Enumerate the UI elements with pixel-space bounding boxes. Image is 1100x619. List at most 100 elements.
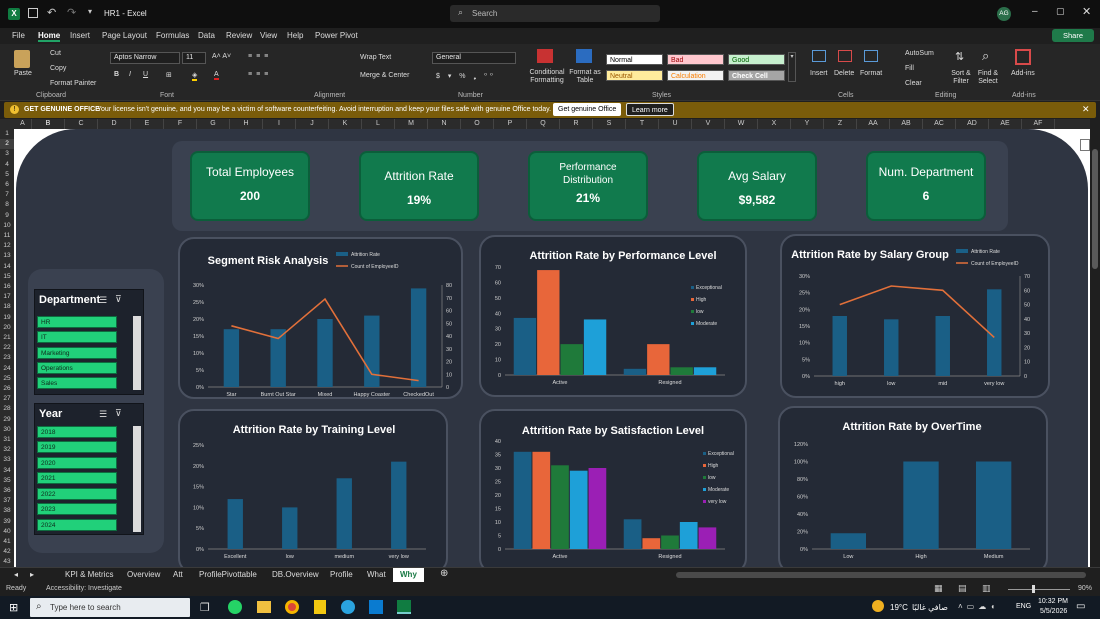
row-header[interactable]: 19	[0, 313, 14, 323]
quick-access-more-icon[interactable]: ▾	[88, 7, 92, 16]
get-genuine-button[interactable]: Get genuine Office	[553, 103, 622, 116]
chart-card-satisfaction[interactable]: Attrition Rate by Satisfaction Level 0 5 10…	[479, 409, 747, 567]
font-name-select[interactable]: Aptos Narrow	[110, 52, 180, 64]
page-break-view-icon[interactable]: ▥	[982, 583, 991, 594]
menu-insert[interactable]: Insert	[70, 31, 90, 40]
column-header[interactable]: I	[263, 119, 296, 129]
undo-icon[interactable]: ↶	[47, 6, 56, 19]
clear-filter-icon[interactable]: ⊽	[115, 408, 122, 419]
kpi-performance-distribution[interactable]: Performance Distribution 21%	[528, 151, 648, 221]
row-header[interactable]: 33	[0, 455, 14, 465]
column-header[interactable]: R	[560, 119, 593, 129]
row-header[interactable]: 20	[0, 323, 14, 333]
kpi-total-employees[interactable]: Total Employees 200	[190, 151, 310, 221]
style-check-cell[interactable]: Check Cell	[728, 70, 785, 81]
chrome-icon[interactable]	[285, 600, 299, 614]
year-slicer[interactable]: Year ☰ ⊽ 2018 2019 2020 2021 2022 2023 2…	[34, 403, 144, 535]
sort-filter-icon[interactable]: ⇅	[955, 50, 964, 63]
column-header[interactable]: H	[230, 119, 263, 129]
row-header[interactable]: 40	[0, 527, 14, 537]
tray-icons[interactable]: ˄▭☁◖	[958, 602, 999, 611]
addins-icon[interactable]	[1015, 49, 1031, 65]
bold-icon[interactable]: B	[114, 71, 119, 78]
vertical-scrollbar[interactable]	[1090, 119, 1100, 567]
align-icons[interactable]: ≡≡≡	[248, 53, 272, 60]
zoom-slider[interactable]	[1008, 589, 1070, 590]
row-header[interactable]: 16	[0, 282, 14, 292]
column-header[interactable]: AF	[1022, 119, 1055, 129]
row-header[interactable]: 29	[0, 415, 14, 425]
underline-icon[interactable]: U	[143, 71, 148, 78]
row-header[interactable]: 38	[0, 506, 14, 516]
style-neutral[interactable]: Neutral	[606, 70, 663, 81]
row-header[interactable]: 12	[0, 241, 14, 251]
worksheet-grid[interactable]: Total Employees 200 Attrition Rate 19% Per…	[14, 129, 1090, 567]
column-header[interactable]: G	[197, 119, 230, 129]
excel-taskbar-icon[interactable]	[397, 600, 411, 614]
column-header[interactable]: V	[692, 119, 725, 129]
style-calculation[interactable]: Calculation	[667, 70, 724, 81]
windows-start-icon[interactable]: ⊞	[9, 601, 18, 614]
format-cells-icon[interactable]	[864, 50, 878, 62]
kpi-num-department[interactable]: Num. Department 6	[866, 151, 986, 221]
row-header[interactable]: 22	[0, 343, 14, 353]
row-header[interactable]: 7	[0, 190, 14, 200]
column-header[interactable]: N	[428, 119, 461, 129]
kpi-attrition-rate[interactable]: Attrition Rate 19%	[359, 151, 479, 221]
row-header[interactable]: 11	[0, 231, 14, 241]
menu-data[interactable]: Data	[198, 31, 215, 40]
row-header[interactable]: 24	[0, 364, 14, 374]
save-icon[interactable]	[28, 8, 38, 18]
row-header[interactable]: 34	[0, 466, 14, 476]
chart-card-segment[interactable]: Segment Risk Analysis 0% 5% 10% 15% 20% 25% 30%…	[178, 237, 463, 399]
row-header[interactable]: 25	[0, 374, 14, 384]
styles-more-icon[interactable]: ▾	[788, 52, 796, 82]
slicer-item[interactable]: Sales	[37, 377, 117, 389]
weather-temp[interactable]: 19°C	[890, 603, 908, 612]
conditional-formatting-button[interactable]: Conditional Formatting	[528, 69, 566, 85]
row-header[interactable]: 5	[0, 170, 14, 180]
column-header[interactable]: AD	[956, 119, 989, 129]
column-header[interactable]: T	[626, 119, 659, 129]
notice-close-icon[interactable]: ✕	[1082, 104, 1090, 115]
row-header[interactable]: 39	[0, 517, 14, 527]
zoom-level[interactable]: 90%	[1078, 585, 1092, 592]
multi-select-icon[interactable]: ☰	[99, 409, 107, 420]
clock-time[interactable]: 10:32 PM	[1038, 598, 1068, 605]
row-header[interactable]: 10	[0, 221, 14, 231]
slicer-item[interactable]: 2020	[37, 457, 117, 469]
zoom-slider-thumb[interactable]	[1032, 585, 1035, 593]
row-header[interactable]: 9	[0, 211, 14, 221]
chart-card-salary[interactable]: Attrition Rate by Salary Group 0% 5% 10% 15%…	[780, 234, 1050, 398]
column-header[interactable]: D	[98, 119, 131, 129]
format-as-table-button[interactable]: Format as Table	[569, 69, 601, 85]
column-header[interactable]: M	[395, 119, 428, 129]
powerbi-icon[interactable]	[314, 600, 326, 614]
slicer-scrollbar[interactable]	[133, 426, 141, 532]
column-header[interactable]: S	[593, 119, 626, 129]
menu-review[interactable]: Review	[226, 31, 252, 40]
column-header[interactable]: AB	[890, 119, 923, 129]
sheet-tab-profile[interactable]: Profile	[330, 570, 353, 579]
slicer-item[interactable]: 2018	[37, 426, 117, 438]
sheet-tab-db-overview[interactable]: DB.Overview	[272, 570, 319, 579]
row-header[interactable]: 32	[0, 445, 14, 455]
column-header[interactable]: AA	[857, 119, 890, 129]
font-size-select[interactable]: 11	[182, 52, 206, 64]
column-header[interactable]: B	[32, 119, 65, 129]
copy-button[interactable]: Copy	[50, 65, 66, 72]
taskbar-search[interactable]: ⌕ Type here to search	[30, 598, 190, 617]
avatar[interactable]: AG	[997, 7, 1011, 21]
menu-help[interactable]: Help	[287, 31, 303, 40]
kpi-avg-salary[interactable]: Avg Salary $9,582	[697, 151, 817, 221]
row-header[interactable]: 8	[0, 200, 14, 210]
row-header[interactable]: 4	[0, 160, 14, 170]
clear-button[interactable]: Clear	[905, 80, 922, 87]
style-normal[interactable]: Normal	[606, 54, 663, 65]
style-bad[interactable]: Bad	[667, 54, 724, 65]
department-slicer[interactable]: Department ☰ ⊽ HR IT Marketing Operation…	[34, 289, 144, 395]
merge-center-button[interactable]: Merge & Center	[360, 72, 409, 79]
row-header[interactable]: 31	[0, 435, 14, 445]
vertical-scroll-thumb[interactable]	[1092, 149, 1098, 269]
row-header[interactable]: 35	[0, 476, 14, 486]
